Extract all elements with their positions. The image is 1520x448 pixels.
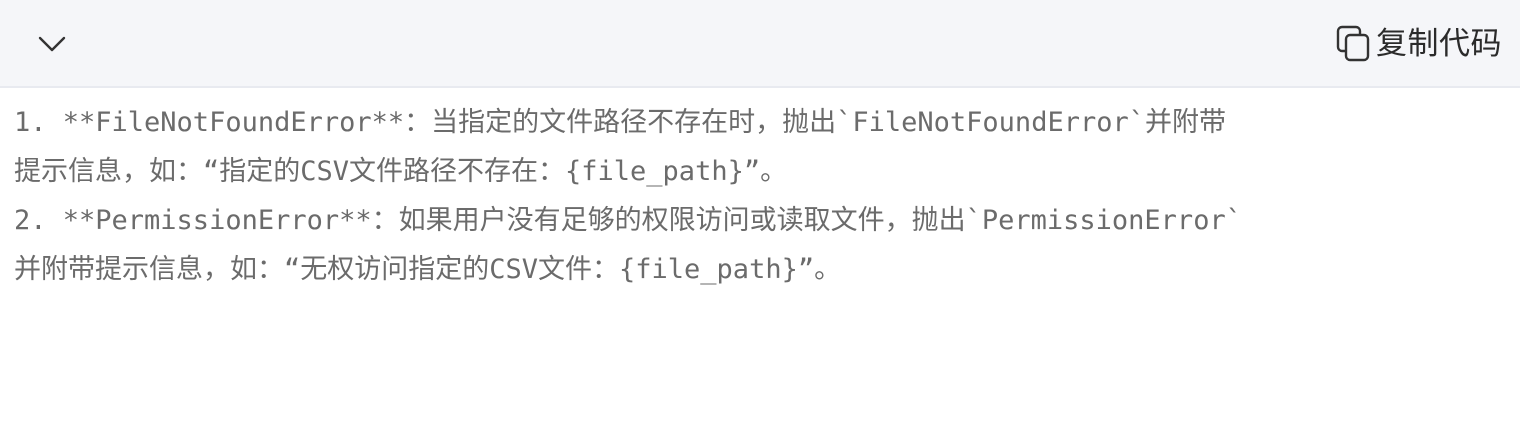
chevron-down-icon (38, 36, 66, 52)
copy-code-button[interactable]: 复制代码 (1336, 20, 1502, 68)
code-content: 1. **FileNotFoundError**：当指定的文件路径不存在时，抛出… (14, 98, 1514, 294)
collapse-button[interactable] (26, 22, 78, 66)
code-line: 1. **FileNotFoundError**：当指定的文件路径不存在时，抛出… (14, 107, 1226, 138)
code-line: 并附带提示信息，如：“无权访问指定的CSV文件：{file_path}”。 (14, 254, 842, 285)
copy-code-label: 复制代码 (1376, 26, 1502, 62)
copy-icon (1336, 25, 1372, 63)
code-block-header: 复制代码 (0, 0, 1520, 88)
code-block: 复制代码 1. **FileNotFoundError**：当指定的文件路径不存… (0, 0, 1520, 448)
code-line: 提示信息，如：“指定的CSV文件路径不存在：{file_path}”。 (14, 156, 788, 187)
code-line: 2. **PermissionError**：如果用户没有足够的权限访问或读取文… (14, 205, 1242, 236)
